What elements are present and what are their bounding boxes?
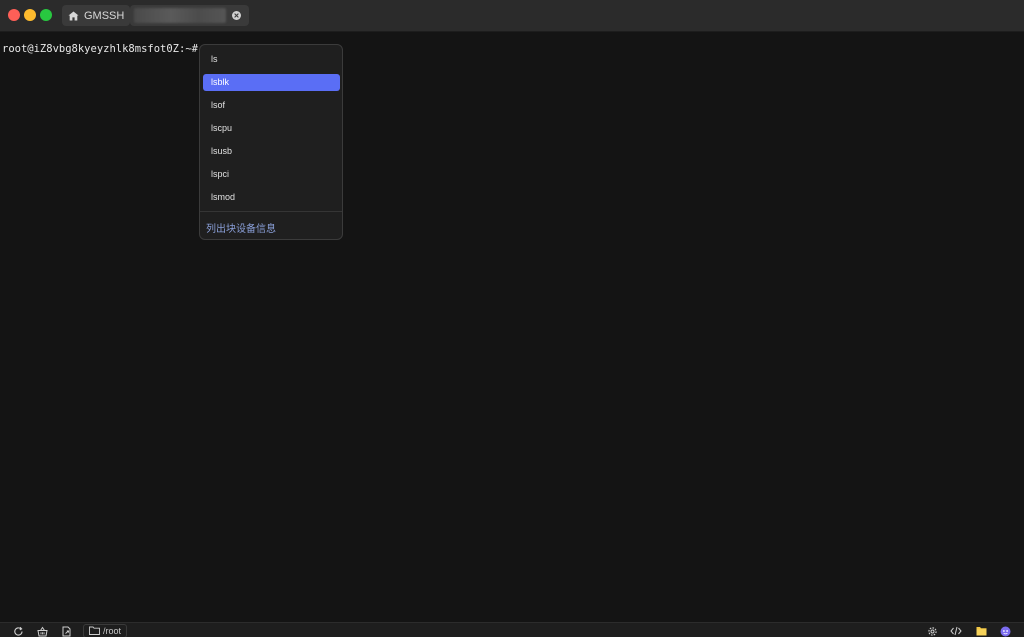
autocomplete-item[interactable]: lsof	[203, 97, 340, 114]
window-maximize-button[interactable]	[40, 9, 52, 21]
autocomplete-item-selected[interactable]: lsblk	[203, 74, 340, 91]
autocomplete-item[interactable]: ls	[203, 51, 340, 68]
title-bar: GMSSH	[0, 0, 1024, 32]
autocomplete-item[interactable]: lsmod	[203, 189, 340, 206]
session-tab-label-redacted	[134, 8, 226, 23]
code-icon[interactable]	[950, 625, 962, 637]
close-icon[interactable]	[232, 11, 241, 20]
popup-divider	[200, 211, 342, 212]
status-bar: /root	[0, 622, 1024, 637]
window-close-button[interactable]	[8, 9, 20, 21]
autocomplete-description: 列出块设备信息	[206, 224, 276, 235]
gear-icon[interactable]	[926, 625, 938, 637]
folder-outline-icon	[89, 622, 100, 637]
refresh-icon[interactable]	[12, 625, 24, 637]
current-path-text: /root	[103, 626, 122, 636]
session-tab[interactable]	[130, 5, 249, 26]
assistant-icon[interactable]	[999, 625, 1011, 637]
window-minimize-button[interactable]	[24, 9, 36, 21]
file-export-icon[interactable]	[60, 625, 72, 637]
terminal-prompt: root@iZ8vbg8kyeyzhlk8msfot0Z:~# ls	[2, 43, 217, 55]
home-icon	[68, 11, 79, 21]
basket-icon[interactable]	[36, 625, 48, 637]
terminal-area[interactable]: root@iZ8vbg8kyeyzhlk8msfot0Z:~# ls	[0, 32, 1024, 622]
autocomplete-item[interactable]: lspci	[203, 166, 340, 183]
home-tab-label: GMSSH	[84, 9, 125, 22]
autocomplete-item[interactable]: lsusb	[203, 143, 340, 160]
home-tab[interactable]: GMSSH	[62, 5, 131, 26]
autocomplete-popup: ls lsblk lsof lscpu lsusb lspci lsmod 列出…	[199, 44, 343, 240]
folder-icon[interactable]	[975, 625, 987, 637]
autocomplete-item[interactable]: lscpu	[203, 120, 340, 137]
app-window: GMSSH root@iZ8vbg8kyeyzhlk8msfot0Z:~# ls…	[0, 0, 1024, 637]
current-path[interactable]: /root	[83, 622, 128, 637]
